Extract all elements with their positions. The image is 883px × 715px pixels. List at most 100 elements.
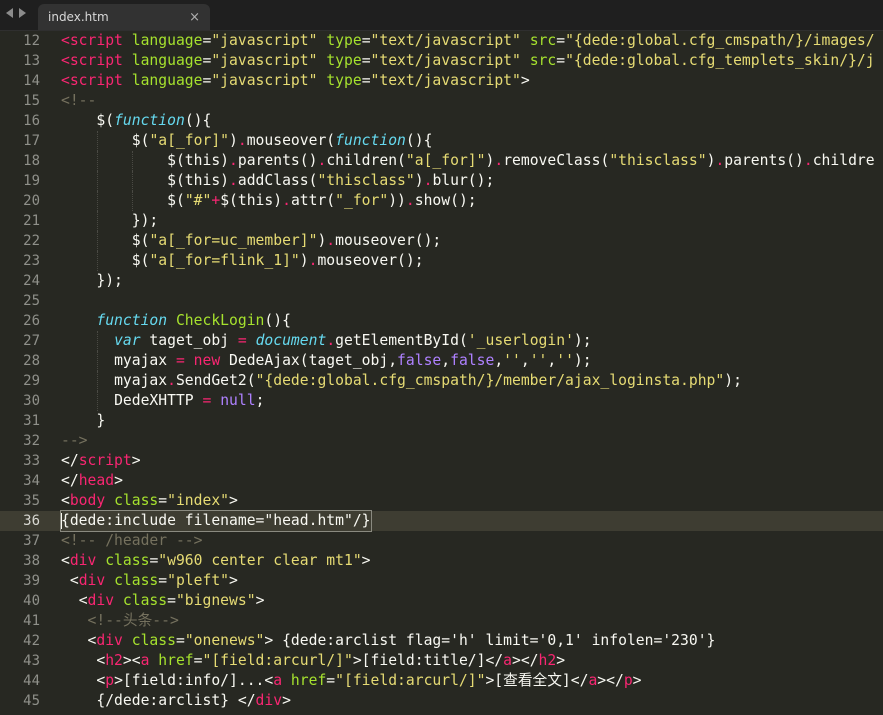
- code-line[interactable]: 16 $(function(){: [0, 111, 883, 131]
- code-token: "a[_for=flink_1]": [149, 252, 300, 269]
- code-token: DedeXHTTP: [114, 392, 203, 409]
- code-text: <!--头条-->: [61, 611, 179, 631]
- code-line[interactable]: 14 <script language="javascript" type="te…: [0, 71, 883, 91]
- code-token: div: [96, 632, 132, 649]
- code-token: ><: [122, 652, 141, 669]
- code-text: <div class="onenews"> {dede:arclist flag…: [61, 631, 716, 651]
- code-token: .: [282, 192, 291, 209]
- line-number: 19: [23, 173, 40, 189]
- code-token: .: [326, 332, 336, 349]
- code-text: {dede:include filename="head.htm"/}: [60, 510, 372, 532]
- code-line[interactable]: 30 DedeXHTTP = null;: [0, 391, 883, 411]
- line-number: 17: [23, 133, 40, 149]
- code-token: <: [78, 592, 88, 609]
- tab-scroll-arrows[interactable]: [6, 8, 26, 22]
- code-line[interactable]: 27 var taget_obj = document.getElementBy…: [0, 331, 883, 351]
- code-token: class: [122, 592, 168, 609]
- code-line[interactable]: 36 {dede:include filename="head.htm"/}: [0, 510, 883, 532]
- code-token: <: [69, 572, 79, 589]
- line-number: 15: [23, 93, 40, 109]
- code-line[interactable]: 13 <script language="javascript" type="te…: [0, 51, 883, 71]
- code-line[interactable]: 43 <h2><a href="[field:arcurl/]">[field:…: [0, 651, 883, 671]
- code-text: <body class="index">: [61, 491, 238, 511]
- code-line[interactable]: 35 <body class="index">: [0, 491, 883, 511]
- code-token: "text/javascript": [370, 52, 530, 69]
- code-line[interactable]: 21 });: [0, 211, 883, 231]
- line-number: 23: [23, 253, 40, 269]
- code-line[interactable]: 17 $("a[_for]").mouseover(function(){: [0, 131, 883, 151]
- code-token: (){: [184, 112, 212, 129]
- code-line[interactable]: 31 }: [0, 411, 883, 431]
- code-line[interactable]: 32 -->: [0, 431, 883, 451]
- code-line[interactable]: 20 $("#"+$(this).attr("_for")).show();: [0, 191, 883, 211]
- code-line[interactable]: 25: [0, 291, 883, 311]
- code-token: a: [273, 672, 291, 689]
- code-token: <: [61, 552, 70, 569]
- code-line[interactable]: 26 function CheckLogin(){: [0, 311, 883, 331]
- line-number: 44: [23, 673, 40, 689]
- code-line[interactable]: 38 <div class="w960 center clear mt1">: [0, 551, 883, 571]
- code-token: <!--头条-->: [87, 612, 179, 629]
- code-token: '': [556, 352, 574, 369]
- code-token: myajax: [114, 352, 176, 369]
- code-token: }: [96, 412, 106, 429]
- code-token: >: [229, 492, 238, 509]
- code-token: "pleft": [167, 572, 230, 589]
- code-line[interactable]: 22 $("a[_for=uc_member]").mouseover();: [0, 231, 883, 251]
- code-token: ,: [547, 352, 557, 369]
- code-editor[interactable]: 12 <script language="javascript" type="te…: [0, 31, 883, 715]
- code-token: href: [158, 652, 194, 669]
- code-token: .: [803, 152, 813, 169]
- code-line[interactable]: 45 {/dede:arclist} </div>: [0, 691, 883, 711]
- code-token: filename: [184, 512, 256, 529]
- code-text: $(this).addClass("thisclass").blur();: [61, 171, 494, 191]
- code-token: myajax: [114, 372, 168, 389]
- code-line[interactable]: 29 myajax.SendGet2("{dede:global.cfg_cms…: [0, 371, 883, 391]
- tab-index-htm[interactable]: index.htm ×: [38, 4, 210, 30]
- code-token: =: [361, 72, 371, 89]
- close-icon[interactable]: ×: [189, 10, 200, 25]
- code-line[interactable]: 28 myajax = new DedeAjax(taget_obj,false…: [0, 351, 883, 371]
- code-text: {/dede:arclist} </div>: [61, 691, 291, 711]
- code-token: .: [237, 132, 247, 149]
- code-line[interactable]: 12 <script language="javascript" type="te…: [0, 31, 883, 51]
- code-text: $("#"+$(this).attr("_for")).show();: [61, 191, 477, 211]
- code-line[interactable]: 44 <p>[field:info/]...<a href="[field:ar…: [0, 671, 883, 691]
- code-token: h2: [538, 652, 557, 669]
- tab-scroll-right-icon[interactable]: [19, 8, 26, 18]
- code-line[interactable]: 34 </head>: [0, 471, 883, 491]
- code-token: >: [632, 672, 642, 689]
- code-token: false: [397, 352, 442, 369]
- code-line[interactable]: 18 $(this).parents().children("a[_for]")…: [0, 151, 883, 171]
- code-line[interactable]: 19 $(this).addClass("thisclass").blur();: [0, 171, 883, 191]
- code-line[interactable]: 23 $("a[_for=flink_1]").mouseover();: [0, 251, 883, 271]
- code-token: =: [237, 332, 247, 349]
- code-text: var taget_obj = document.getElementById(…: [61, 331, 592, 351]
- code-line[interactable]: 24 });: [0, 271, 883, 291]
- code-line[interactable]: 42 <div class="onenews"> {dede:arclist f…: [0, 631, 883, 651]
- code-line[interactable]: 37 <!-- /header -->: [0, 531, 883, 551]
- code-token: );: [573, 332, 592, 349]
- code-token: <script: [61, 32, 132, 49]
- code-token: a: [140, 652, 159, 669]
- code-token: =: [556, 32, 566, 49]
- code-token: $(: [96, 112, 115, 129]
- tab-scroll-left-icon[interactable]: [6, 8, 13, 18]
- code-token: "a[_for=uc_member]": [149, 232, 318, 249]
- code-token: $(: [131, 232, 150, 249]
- code-line[interactable]: 40 <div class="bignews">: [0, 591, 883, 611]
- code-token: null: [220, 392, 256, 409]
- code-token: "[field:arcurl/]": [335, 672, 486, 689]
- line-number: 30: [23, 393, 40, 409]
- code-line[interactable]: 39 <div class="pleft">: [0, 571, 883, 591]
- code-line[interactable]: 33 </script>: [0, 451, 883, 471]
- code-token: ;: [255, 392, 265, 409]
- code-line[interactable]: 41 <!--头条-->: [0, 611, 883, 631]
- code-token: src: [529, 32, 557, 49]
- line-number: 25: [23, 293, 40, 309]
- code-token: new: [193, 352, 221, 369]
- code-token: <script: [61, 52, 132, 69]
- code-line[interactable]: 15 <!--: [0, 91, 883, 111]
- code-token: >: [229, 572, 238, 589]
